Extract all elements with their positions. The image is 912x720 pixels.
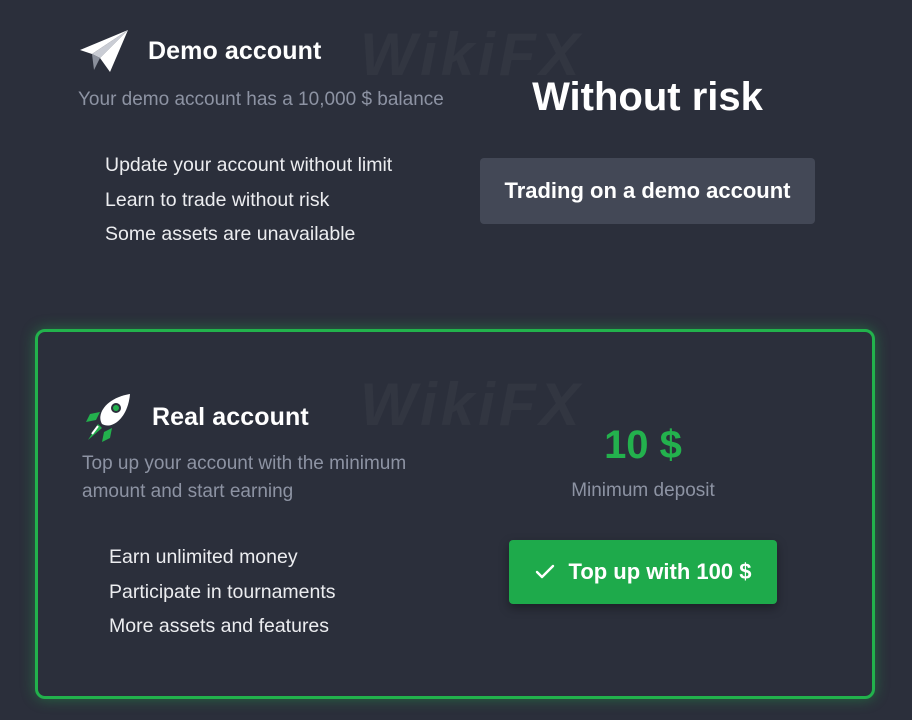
minimum-deposit-amount: 10 $ (604, 423, 682, 467)
list-item: Earn unlimited money (109, 546, 298, 568)
demo-feature-list: Update your account without limit Learn … (78, 148, 458, 252)
rocket-icon (86, 394, 130, 442)
demo-title-row: Demo account (78, 28, 458, 74)
demo-trading-button[interactable]: Trading on a demo account (480, 158, 815, 224)
real-account-card: Real account Top up your account with th… (35, 329, 875, 699)
real-account-info: Real account Top up your account with th… (82, 390, 462, 644)
list-item: Learn to trade without risk (105, 188, 330, 211)
list-item: Participate in tournaments (109, 580, 336, 603)
list-item: Update your account without limit (105, 154, 393, 176)
minimum-deposit-label: Minimum deposit (571, 480, 715, 501)
demo-account-action: Without risk Trading on a demo account (480, 70, 815, 224)
real-account-description: Top up your account with the minimum amo… (82, 453, 407, 502)
top-up-button-label: Top up with 100 $ (568, 559, 752, 584)
demo-account-info: Demo account Your demo account has a 10,… (78, 28, 458, 252)
real-account-action: 10 $ Minimum deposit Top up with 100 $ (508, 420, 778, 604)
account-selection-page: WikiFX WikiFX Demo account Your demo acc… (0, 0, 912, 720)
demo-account-title: Demo account (148, 36, 322, 65)
list-item: Some assets are unavailable (105, 223, 356, 245)
demo-account-description: Your demo account has a 10,000 $ balance (78, 89, 444, 110)
top-up-button[interactable]: Top up with 100 $ (509, 540, 777, 604)
real-title-row: Real account (82, 390, 462, 444)
demo-heading: Without risk (532, 75, 763, 119)
real-account-title: Real account (152, 402, 309, 431)
paper-plane-icon (80, 30, 128, 72)
list-item: More assets and features (109, 615, 330, 637)
real-feature-list: Earn unlimited money Participate in tour… (82, 540, 462, 644)
check-icon (535, 564, 554, 579)
